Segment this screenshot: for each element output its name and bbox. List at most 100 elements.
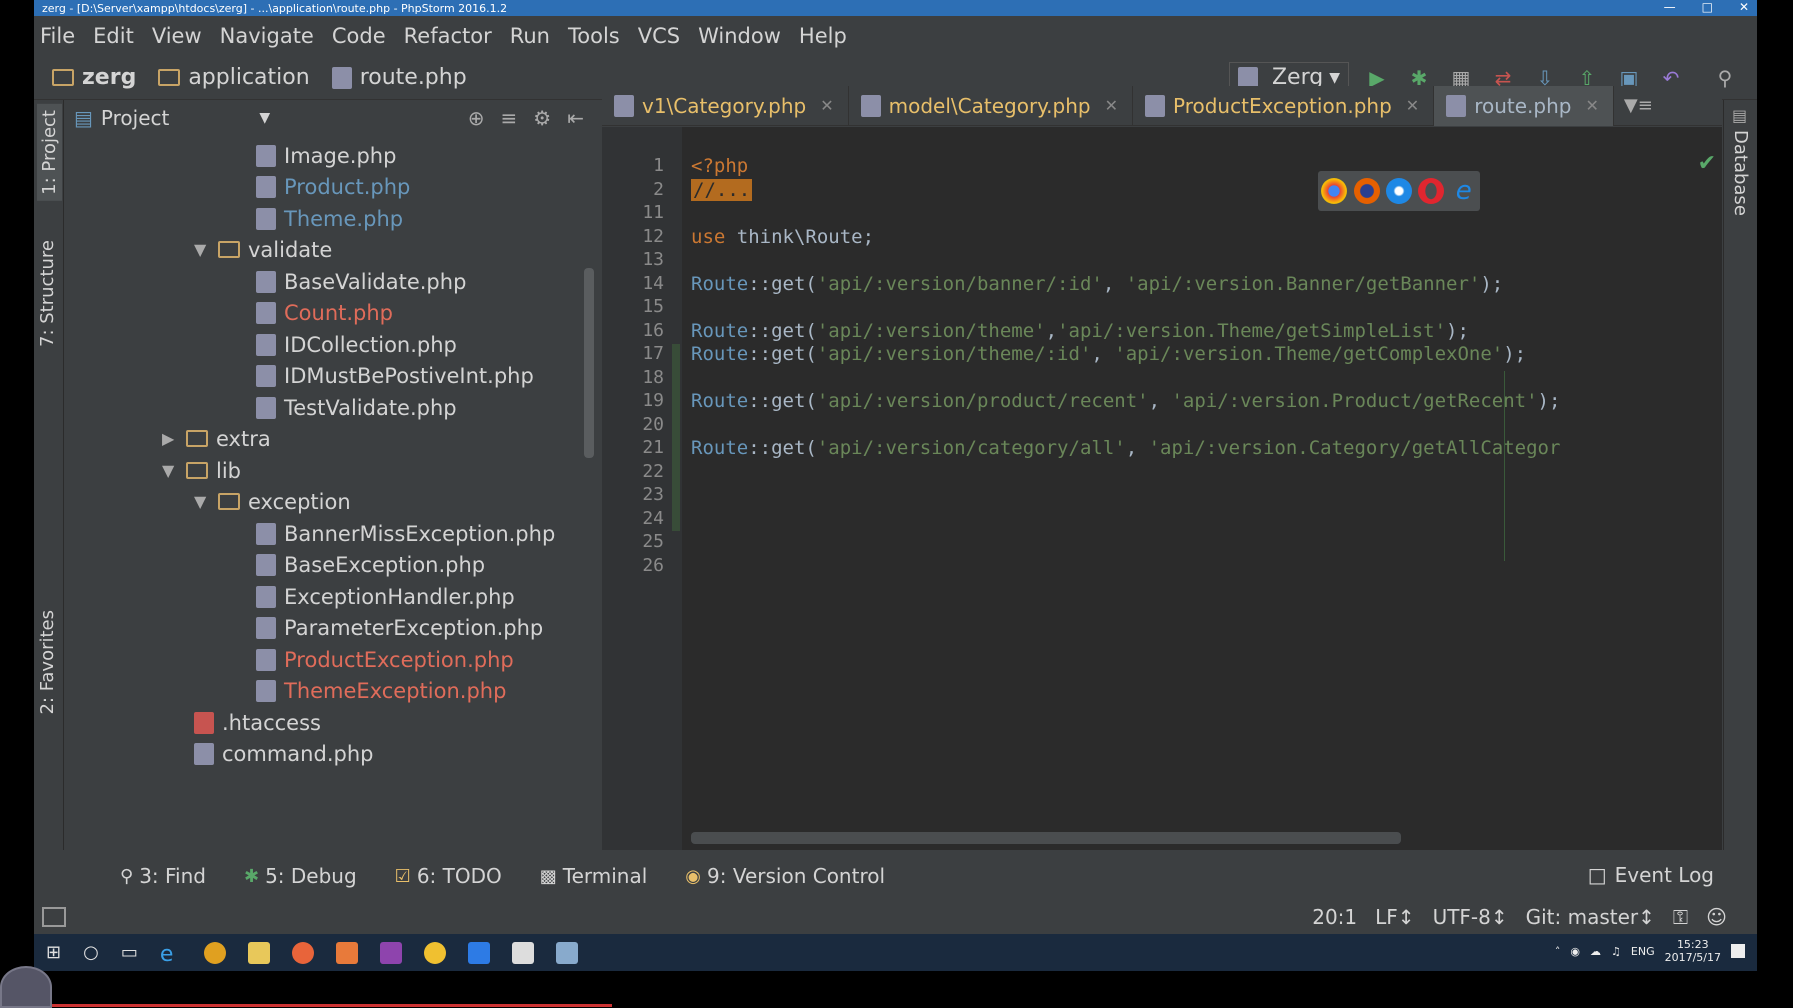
locate-icon[interactable]: ⊕: [468, 106, 485, 130]
structure-tool-tab[interactable]: 7: Structure: [37, 240, 58, 347]
tab-model-category[interactable]: model\Category.php ✕: [849, 85, 1133, 126]
tree-item-parameterexception[interactable]: ParameterException.php: [256, 612, 543, 643]
menu-code[interactable]: Code: [332, 24, 386, 48]
tree-item-baseexception[interactable]: BaseException.php: [256, 549, 485, 580]
tree-item-basevalidate[interactable]: BaseValidate.php: [256, 266, 466, 297]
clock[interactable]: 15:23 2017/5/17: [1665, 938, 1721, 964]
opera-icon[interactable]: [1418, 178, 1445, 204]
edge-icon[interactable]: e: [160, 942, 182, 967]
cortana-icon[interactable]: ○: [83, 942, 99, 963]
inspector-icon[interactable]: ☺: [1706, 905, 1727, 929]
vscode-icon[interactable]: [467, 941, 490, 964]
chrome-icon[interactable]: [1321, 178, 1348, 204]
menu-tools[interactable]: Tools: [568, 24, 620, 48]
tree-item-productexception[interactable]: ProductException.php: [256, 644, 514, 675]
hide-panel-icon[interactable]: ⇤: [567, 106, 584, 130]
maximize-button[interactable]: □: [1702, 0, 1713, 14]
close-button[interactable]: ✕: [1739, 0, 1749, 14]
tree-item-testvalidate[interactable]: TestValidate.php: [256, 392, 457, 423]
ie-icon[interactable]: e: [1451, 178, 1477, 204]
breadcrumb-project[interactable]: zerg: [52, 65, 136, 90]
lock-icon[interactable]: ⚿: [1673, 905, 1688, 929]
network-icon[interactable]: ◉: [1570, 945, 1580, 958]
tree-item-command[interactable]: command.php: [194, 738, 373, 769]
status-panel-toggle-icon[interactable]: [42, 907, 66, 927]
close-icon[interactable]: ✕: [1105, 96, 1118, 115]
expanded-arrow-icon[interactable]: ▼: [162, 461, 186, 480]
volume-icon[interactable]: ♫: [1611, 945, 1621, 958]
app-icon[interactable]: [423, 941, 446, 964]
terminal-tool-button[interactable]: ▩ Terminal: [540, 864, 648, 888]
tab-route[interactable]: route.php ✕: [1434, 85, 1614, 126]
tree-item-count[interactable]: Count.php: [256, 297, 393, 328]
menu-navigate[interactable]: Navigate: [220, 24, 314, 48]
line-separator-select[interactable]: LF↕: [1375, 905, 1414, 929]
project-tool-tab[interactable]: 1: Project: [37, 104, 62, 201]
debug-tool-button[interactable]: ✱ 5: Debug: [244, 864, 357, 888]
minimize-button[interactable]: —: [1664, 0, 1676, 14]
tree-folder-validate[interactable]: ▼ validate: [194, 234, 332, 265]
chrome-taskbar-icon[interactable]: [203, 941, 226, 964]
vcs-change-marker[interactable]: [672, 344, 680, 531]
editor-icon[interactable]: [511, 941, 534, 964]
encoding-select[interactable]: UTF-8↕: [1433, 905, 1508, 929]
expanded-arrow-icon[interactable]: ▼: [194, 492, 218, 511]
tab-list-icon[interactable]: ▼≡: [1624, 95, 1653, 116]
safari-icon[interactable]: [1385, 178, 1412, 204]
tree-item-htaccess[interactable]: .htaccess: [194, 707, 321, 738]
favorites-tool-tab[interactable]: 2: Favorites: [37, 610, 58, 715]
tree-folder-lib[interactable]: ▼ lib: [162, 455, 241, 486]
tree-item-theme[interactable]: Theme.php: [256, 203, 403, 234]
close-icon[interactable]: ✕: [820, 96, 833, 115]
tree-folder-extra[interactable]: ▶ extra: [162, 423, 271, 454]
collapse-all-icon[interactable]: ≡: [501, 106, 518, 130]
tree-item-product[interactable]: Product.php: [256, 171, 410, 202]
app-icon[interactable]: [335, 941, 358, 964]
caret-position[interactable]: 20:1: [1312, 905, 1357, 929]
version-control-tool-button[interactable]: ◉ 9: Version Control: [685, 864, 885, 888]
phpstorm-icon[interactable]: [379, 941, 402, 964]
task-view-icon[interactable]: ▭: [121, 942, 138, 963]
chevron-up-icon[interactable]: ˄: [1555, 945, 1561, 958]
video-progress-bar[interactable]: [52, 1004, 612, 1007]
tab-v1-category[interactable]: v1\Category.php ✕: [602, 85, 849, 126]
tree-item-themeexception[interactable]: ThemeException.php: [256, 675, 506, 706]
cloud-icon[interactable]: ☁: [1590, 945, 1601, 958]
app-icon[interactable]: [555, 941, 578, 964]
gear-icon[interactable]: ⚙: [533, 106, 551, 130]
app-icon[interactable]: [291, 941, 314, 964]
folded-comment[interactable]: //...: [691, 179, 753, 201]
menu-refactor[interactable]: Refactor: [404, 24, 492, 48]
tree-item-image[interactable]: Image.php: [256, 140, 396, 171]
tree-folder-exception[interactable]: ▼ exception: [194, 486, 351, 517]
find-tool-button[interactable]: ⚲ 3: Find: [120, 864, 206, 888]
breadcrumb-application[interactable]: application: [158, 65, 310, 90]
notification-icon[interactable]: [1731, 944, 1745, 958]
menu-file[interactable]: File: [40, 24, 75, 48]
firefox-icon[interactable]: [1353, 178, 1380, 204]
windows-start-icon[interactable]: ⊞: [46, 942, 61, 963]
editor-horizontal-scrollbar[interactable]: [691, 832, 1401, 844]
todo-tool-button[interactable]: ☑ 6: TODO: [395, 864, 502, 888]
menu-edit[interactable]: Edit: [93, 24, 134, 48]
chevron-down-icon[interactable]: ▼: [259, 110, 270, 126]
database-tool-tab[interactable]: Database: [1730, 130, 1751, 216]
menu-view[interactable]: View: [152, 24, 202, 48]
file-explorer-icon[interactable]: [247, 941, 270, 964]
git-branch-select[interactable]: Git: master↕: [1526, 905, 1655, 929]
tree-item-idmustbepostiveint[interactable]: IDMustBePostiveInt.php: [256, 360, 534, 391]
expanded-arrow-icon[interactable]: ▼: [194, 240, 218, 259]
tree-item-idcollection[interactable]: IDCollection.php: [256, 329, 457, 360]
breadcrumb-file[interactable]: route.php: [331, 65, 467, 90]
menu-window[interactable]: Window: [698, 24, 781, 48]
input-language[interactable]: ENG: [1631, 945, 1655, 958]
code-editor[interactable]: 1 2 11 12 13 14 15 16 17 18 19 20 21 22 …: [602, 127, 1722, 850]
tree-item-exceptionhandler[interactable]: ExceptionHandler.php: [256, 581, 515, 612]
close-icon[interactable]: ✕: [1585, 96, 1598, 115]
project-scrollbar[interactable]: [584, 268, 594, 458]
tab-productexception[interactable]: ProductException.php ✕: [1133, 85, 1435, 126]
menu-run[interactable]: Run: [510, 24, 550, 48]
close-icon[interactable]: ✕: [1406, 96, 1419, 115]
menu-vcs[interactable]: VCS: [638, 24, 680, 48]
event-log-button[interactable]: □ Event Log: [1588, 863, 1714, 887]
